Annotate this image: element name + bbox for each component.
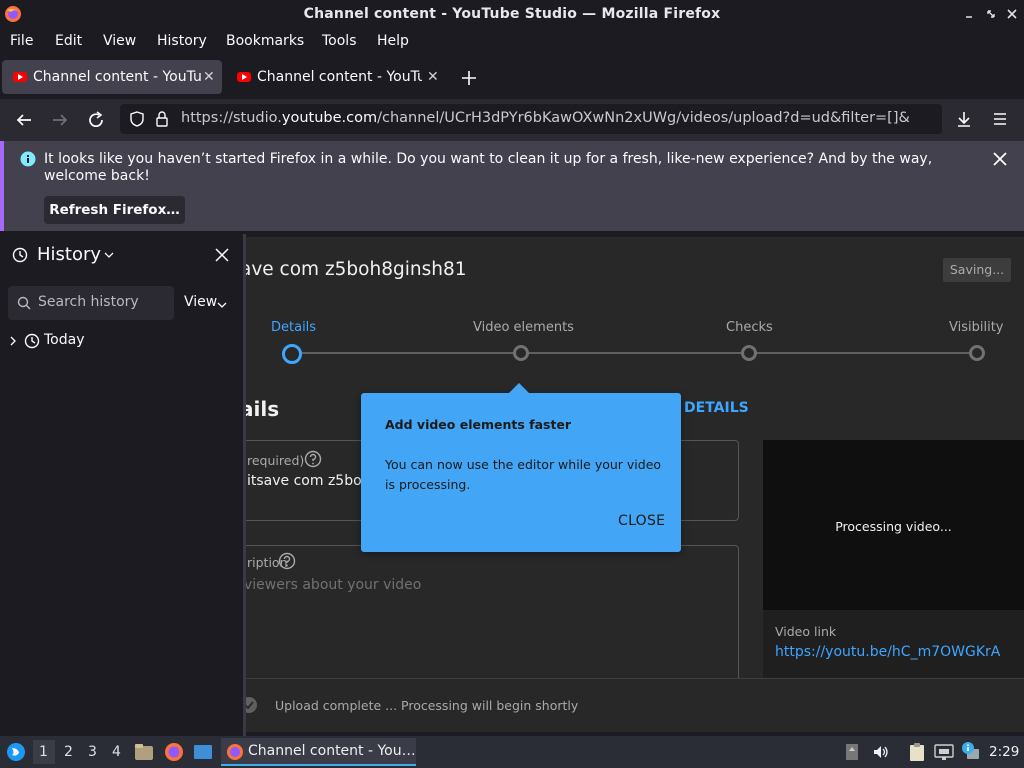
details-section-heading: ails (246, 397, 280, 421)
step-dot-visibility[interactable] (969, 345, 985, 361)
popup-body: You can now use the editor while your vi… (385, 457, 662, 492)
clock-icon (12, 247, 28, 263)
stepper-track (301, 352, 977, 354)
tab-channel-content-1[interactable]: Channel content - YouTube Studio ✕ (2, 60, 222, 94)
processing-video-text: Processing video... (835, 519, 952, 534)
firefox-launcher-icon[interactable] (164, 742, 184, 762)
system-clock: 2:29 (989, 744, 1020, 760)
search-placeholder: Search history (38, 294, 139, 310)
view-menu-button[interactable]: View (184, 294, 217, 310)
history-sidebar: History Search history View Today (0, 234, 243, 736)
help-icon[interactable] (278, 552, 296, 570)
saving-button: Saving... (943, 258, 1011, 282)
check-circle-icon (246, 696, 258, 714)
network-icon[interactable] (934, 743, 954, 761)
refresh-firefox-notification: It looks like you haven’t started Firefo… (0, 141, 1024, 231)
video-link[interactable]: https://youtu.be/hC_m7OWGKrA (775, 644, 1000, 660)
clipboard-icon[interactable] (908, 742, 926, 762)
tracking-shield-icon[interactable] (129, 111, 145, 127)
close-tab-icon[interactable]: ✕ (427, 69, 439, 85)
video-title-heading: ave com z5boh8ginsh81 (246, 259, 467, 280)
chevron-down-icon[interactable] (217, 301, 227, 309)
close-window-icon[interactable] (1005, 7, 1019, 21)
taskbar-firefox-window[interactable]: Channel content - You… (221, 738, 416, 766)
window-title: Channel content - YouTube Studio — Mozil… (303, 6, 721, 22)
step-checks[interactable]: Checks (726, 320, 773, 335)
menu-edit[interactable]: Edit (55, 33, 82, 49)
upload-status-text: Upload complete ... Processing will begi… (275, 698, 579, 713)
minimize-window-icon[interactable] (962, 7, 976, 21)
description-field[interactable]: ription viewers about your video (246, 545, 739, 695)
youtube-favicon-icon (13, 72, 27, 82)
hamburger-menu-icon[interactable] (991, 110, 1009, 128)
chevron-right-icon[interactable] (9, 335, 17, 347)
refresh-firefox-button[interactable]: Refresh Firefox… (44, 196, 185, 224)
task-label: Channel content - You… (248, 743, 416, 759)
chevron-down-icon[interactable] (104, 251, 114, 259)
step-dot-checks[interactable] (741, 345, 757, 361)
tab-channel-content-2[interactable]: Channel content - YouTube Studio ✕ (226, 60, 448, 94)
menu-file[interactable]: File (10, 33, 33, 49)
video-elements-tooltip-popup: Add video elements faster You can now us… (361, 383, 681, 552)
workspace-4[interactable]: 4 (112, 744, 121, 760)
downloads-icon[interactable] (955, 110, 973, 128)
url-text[interactable]: https://studio.youtube.com/channel/UCrH3… (181, 110, 909, 126)
popup-title: Add video elements faster (385, 417, 572, 432)
menu-help[interactable]: Help (377, 33, 409, 49)
step-dot-details[interactable] (282, 344, 302, 364)
menu-view[interactable]: View (103, 33, 136, 49)
popup-close-button[interactable]: CLOSE (618, 513, 665, 529)
updates-icon[interactable] (845, 743, 859, 761)
video-link-label: Video link (775, 624, 837, 639)
app-launcher-icon[interactable] (6, 742, 26, 762)
new-tab-plus-icon[interactable] (460, 69, 478, 87)
workspace-2[interactable]: 2 (64, 744, 73, 760)
close-sidebar-icon[interactable] (214, 247, 230, 263)
workspace-1[interactable]: 1 (39, 744, 48, 760)
title-field-value: itsave com z5boh (247, 473, 371, 489)
notification-info-icon[interactable] (961, 741, 981, 761)
window-titlebar: Channel content - YouTube Studio — Mozil… (0, 0, 1024, 29)
step-visibility[interactable]: Visibility (949, 320, 1003, 335)
reload-icon[interactable] (87, 111, 105, 129)
history-group-today[interactable]: Today (44, 332, 85, 348)
tab-bar: Channel content - YouTube Studio ✕ Chann… (0, 55, 1024, 99)
menu-bar: File Edit View History Bookmarks Tools H… (0, 29, 1024, 55)
step-video-elements[interactable]: Video elements (473, 320, 574, 335)
tab-label: Channel content - YouTube Studio (33, 69, 203, 85)
help-icon[interactable] (304, 450, 322, 468)
title-field-label: required) (247, 453, 305, 468)
close-tab-icon[interactable]: ✕ (203, 69, 215, 85)
tab-label: Channel content - YouTube Studio (257, 69, 422, 85)
dismiss-notification-icon[interactable] (992, 151, 1008, 167)
menu-history[interactable]: History (157, 33, 207, 49)
clock-icon (24, 333, 40, 349)
youtube-favicon-icon (237, 72, 251, 82)
video-preview-panel: Processing video... Video link https://y… (763, 440, 1024, 680)
forward-arrow-icon[interactable] (51, 111, 69, 129)
back-arrow-icon[interactable] (15, 111, 33, 129)
url-bar[interactable]: https://studio.youtube.com/channel/UCrH3… (120, 104, 942, 134)
notification-message: It looks like you haven’t started Firefo… (44, 151, 933, 184)
lock-icon[interactable] (155, 110, 169, 128)
volume-icon[interactable] (872, 743, 890, 761)
maximize-window-icon[interactable] (984, 7, 998, 21)
description-placeholder: viewers about your video (246, 577, 422, 593)
sidebar-title[interactable]: History (37, 244, 101, 265)
firefox-logo-icon (226, 743, 244, 761)
desktop-icon[interactable] (193, 744, 213, 760)
system-taskbar: 1 2 3 4 Channel content - You… 2:29 (0, 736, 1024, 768)
step-details[interactable]: Details (271, 320, 316, 335)
search-icon (17, 296, 31, 310)
reuse-details-link[interactable]: DETAILS (684, 400, 749, 416)
menu-bookmarks[interactable]: Bookmarks (226, 33, 304, 49)
workspace-3[interactable]: 3 (88, 744, 97, 760)
step-dot-video-elements[interactable] (513, 345, 529, 361)
search-history-input[interactable]: Search history (8, 286, 174, 320)
file-manager-icon[interactable] (134, 743, 154, 761)
info-icon (20, 151, 36, 167)
upload-footer: Upload complete ... Processing will begi… (246, 678, 1024, 732)
menu-tools[interactable]: Tools (322, 33, 357, 49)
